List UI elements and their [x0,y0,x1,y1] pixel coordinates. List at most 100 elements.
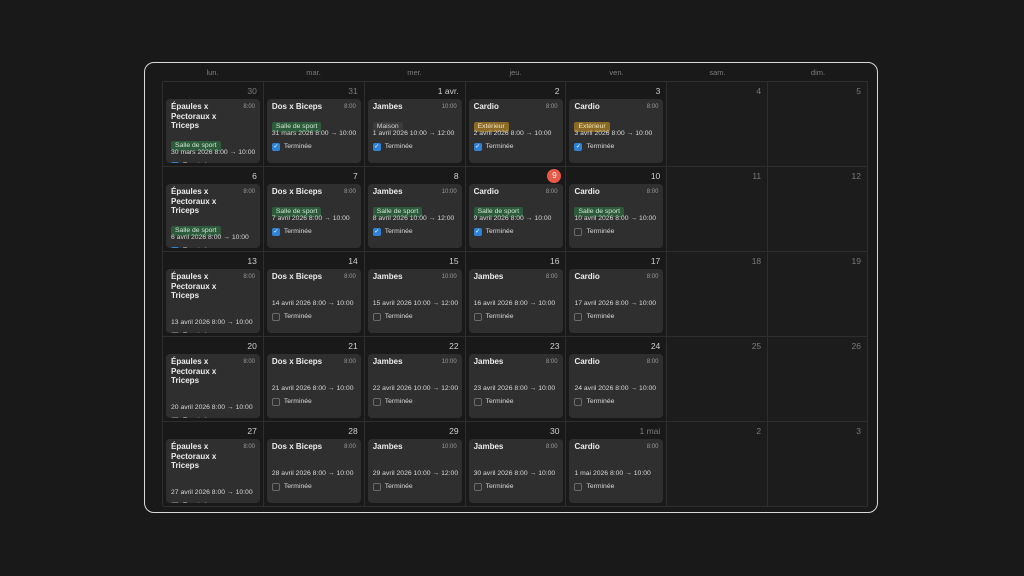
day-cell[interactable]: 7 Dos x Biceps 8:00 Salle de sport 7 avril 2… [263,167,365,252]
day-cell[interactable]: 30 Jambes 8:00 30 avril 2026 8:00 → 10:00 Te… [465,422,567,507]
day-cell[interactable]: 30 Épaules x Pectoraux x Triceps 8:00 Salle… [163,82,264,167]
done-checkbox-row[interactable]: Terminée [271,482,356,492]
event-card[interactable]: Cardio 8:00 Salle de sport 10 avril 2026 8:… [569,184,664,248]
event-card[interactable]: Jambes 10:00 Maison 1 avril 2026 10:00 → 12… [367,99,462,163]
day-cell[interactable]: 4 [667,82,769,167]
day-cell[interactable]: 31 Dos x Biceps 8:00 Salle de sport 31 mars … [263,82,365,167]
day-cell[interactable]: 22 Jambes 10:00 22 avril 2026 10:00 → 12:00… [364,337,466,422]
checkbox-empty-icon[interactable] [171,501,179,503]
event-card[interactable]: Cardio 8:00 24 avril 2026 8:00 → 10:00 Term… [569,354,664,418]
event-card[interactable]: Cardio 8:00 Salle de sport 9 avril 2026 8:0… [468,184,563,248]
day-cell[interactable]: 8 Jambes 10:00 Salle de sport 8 avril 2026 1… [364,167,466,252]
checkbox-checked-icon[interactable]: ✓ [271,228,280,236]
day-cell[interactable]: 1 mai Cardio 8:00 1 mai 2026 8:00 → 10:00 Te… [566,422,668,507]
checkbox-checked-icon[interactable]: ✓ [171,161,179,163]
event-card[interactable]: Dos x Biceps 8:00 Salle de sport 7 avril 20… [266,184,361,248]
day-cell[interactable]: 17 Cardio 8:00 17 avril 2026 8:00 → 10:00 Te… [566,252,668,337]
checkbox-empty-icon[interactable] [171,416,179,418]
checkbox-empty-icon[interactable] [473,313,482,321]
done-checkbox-row[interactable]: Terminée [473,312,558,322]
checkbox-checked-icon[interactable]: ✓ [372,228,381,236]
event-card[interactable]: Dos x Biceps 8:00 28 avril 2026 8:00 → 10:… [266,439,361,503]
done-checkbox-row[interactable]: Terminée [574,312,658,322]
day-cell[interactable]: 3 Cardio 8:00 Extérieur 3 avril 2026 8:00 → … [566,82,668,167]
done-checkbox-row[interactable]: Terminée [574,397,658,407]
day-cell[interactable]: 29 Jambes 10:00 29 avril 2026 10:00 → 12:00… [364,422,466,507]
checkbox-empty-icon[interactable] [473,398,482,406]
day-cell[interactable]: 18 [667,252,769,337]
event-card[interactable]: Dos x Biceps 8:00 Salle de sport 31 mars 20… [266,99,361,163]
checkbox-checked-icon[interactable]: ✓ [271,143,280,151]
checkbox-checked-icon[interactable]: ✓ [171,246,179,248]
checkbox-empty-icon[interactable] [372,483,381,491]
day-cell[interactable]: 2 Cardio 8:00 Extérieur 2 avril 2026 8:00 → … [465,82,567,167]
event-card[interactable]: Dos x Biceps 8:00 14 avril 2026 8:00 → 10:… [266,269,361,333]
day-cell[interactable]: 14 Dos x Biceps 8:00 14 avril 2026 8:00 → 1… [263,252,365,337]
event-card[interactable]: Cardio 8:00 Extérieur 3 avril 2026 8:00 → 1… [569,99,664,163]
checkbox-empty-icon[interactable] [372,398,381,406]
checkbox-empty-icon[interactable] [271,483,280,491]
day-cell[interactable]: 26 [768,337,869,422]
day-cell[interactable]: 1 avr. Jambes 10:00 Maison 1 avril 2026 10:0… [364,82,466,167]
event-card[interactable]: Épaules x Pectoraux x Triceps 8:00 27 avri… [166,439,260,503]
day-cell[interactable]: 23 Jambes 8:00 23 avril 2026 8:00 → 10:00 Te… [465,337,567,422]
day-cell[interactable]: 21 Dos x Biceps 8:00 21 avril 2026 8:00 → 1… [263,337,365,422]
event-card[interactable]: Épaules x Pectoraux x Triceps 8:00 13 avri… [166,269,260,333]
event-card[interactable]: Épaules x Pectoraux x Triceps 8:00 Salle d… [166,99,260,163]
checkbox-empty-icon[interactable] [171,331,179,333]
event-card[interactable]: Jambes 8:00 30 avril 2026 8:00 → 10:00 Term… [468,439,563,503]
day-cell[interactable]: 19 [768,252,869,337]
done-checkbox-row[interactable]: Terminée [372,397,457,407]
done-checkbox-row[interactable]: ✓Terminée [372,142,457,152]
checkbox-empty-icon[interactable] [574,483,583,491]
done-checkbox-row[interactable]: ✓Terminée [372,227,457,237]
done-checkbox-row[interactable]: Terminée [171,416,255,418]
day-cell[interactable]: 13 Épaules x Pectoraux x Triceps 8:00 13 av… [163,252,264,337]
day-cell[interactable]: 3 [768,422,869,507]
event-card[interactable]: Jambes 10:00 Salle de sport 8 avril 2026 10… [367,184,462,248]
done-checkbox-row[interactable]: Terminée [574,227,658,237]
done-checkbox-row[interactable]: Terminée [372,312,457,322]
checkbox-empty-icon[interactable] [271,313,280,321]
event-card[interactable]: Cardio 8:00 Extérieur 2 avril 2026 8:00 → 1… [468,99,563,163]
day-cell[interactable]: 10 Cardio 8:00 Salle de sport 10 avril 2026 … [566,167,668,252]
checkbox-checked-icon[interactable]: ✓ [574,143,583,151]
checkbox-empty-icon[interactable] [271,398,280,406]
day-cell[interactable]: 27 Épaules x Pectoraux x Triceps 8:00 27 av… [163,422,264,507]
day-cell[interactable]: 24 Cardio 8:00 24 avril 2026 8:00 → 10:00 Te… [566,337,668,422]
done-checkbox-row[interactable]: ✓Terminée [171,246,255,248]
event-card[interactable]: Cardio 8:00 17 avril 2026 8:00 → 10:00 Term… [569,269,664,333]
day-cell[interactable]: 12 [768,167,869,252]
checkbox-empty-icon[interactable] [574,398,583,406]
checkbox-empty-icon[interactable] [574,228,583,236]
done-checkbox-row[interactable]: ✓Terminée [473,227,558,237]
checkbox-checked-icon[interactable]: ✓ [473,143,482,151]
done-checkbox-row[interactable]: Terminée [473,482,558,492]
event-card[interactable]: Épaules x Pectoraux x Triceps 8:00 Salle d… [166,184,260,248]
checkbox-empty-icon[interactable] [473,483,482,491]
done-checkbox-row[interactable]: Terminée [171,501,255,503]
done-checkbox-row[interactable]: ✓Terminée [171,161,255,163]
checkbox-empty-icon[interactable] [372,313,381,321]
day-cell[interactable]: 9 Cardio 8:00 Salle de sport 9 avril 2026 8:… [465,167,567,252]
day-cell[interactable]: 6 Épaules x Pectoraux x Triceps 8:00 Salle … [163,167,264,252]
done-checkbox-row[interactable]: ✓Terminée [473,142,558,152]
day-cell[interactable]: 28 Dos x Biceps 8:00 28 avril 2026 8:00 → 1… [263,422,365,507]
checkbox-checked-icon[interactable]: ✓ [372,143,381,151]
event-card[interactable]: Jambes 10:00 22 avril 2026 10:00 → 12:00 Te… [367,354,462,418]
day-cell[interactable]: 2 [667,422,769,507]
day-cell[interactable]: 15 Jambes 10:00 15 avril 2026 10:00 → 12:00… [364,252,466,337]
day-cell[interactable]: 16 Jambes 8:00 16 avril 2026 8:00 → 10:00 Te… [465,252,567,337]
day-cell[interactable]: 5 [768,82,869,167]
done-checkbox-row[interactable]: Terminée [271,397,356,407]
day-cell[interactable]: 25 [667,337,769,422]
checkbox-checked-icon[interactable]: ✓ [473,228,482,236]
done-checkbox-row[interactable]: Terminée [171,331,255,333]
done-checkbox-row[interactable]: Terminée [372,482,457,492]
done-checkbox-row[interactable]: Terminée [574,482,658,492]
event-card[interactable]: Cardio 8:00 1 mai 2026 8:00 → 10:00 Terminé… [569,439,664,503]
event-card[interactable]: Épaules x Pectoraux x Triceps 8:00 20 avri… [166,354,260,418]
done-checkbox-row[interactable]: Terminée [271,312,356,322]
day-cell[interactable]: 20 Épaules x Pectoraux x Triceps 8:00 20 av… [163,337,264,422]
day-cell[interactable]: 11 [667,167,769,252]
